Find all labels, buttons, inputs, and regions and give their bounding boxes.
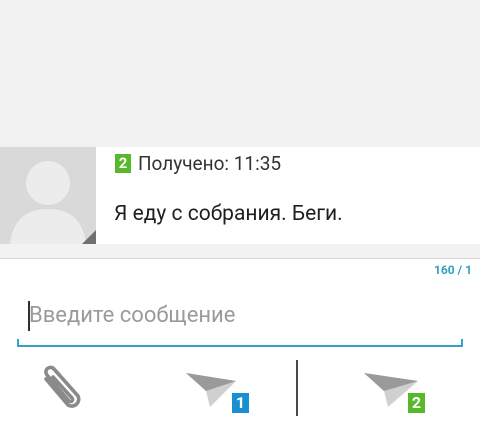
sim2-label: 2 <box>408 393 425 413</box>
attach-button[interactable] <box>38 365 86 417</box>
sim-badge: 2 <box>115 154 131 173</box>
message-input-placeholder: Введите сообщение <box>29 303 236 328</box>
sim1-label: 1 <box>232 393 249 413</box>
compose-panel: 160 / 1 Введите сообщение 1 2 <box>0 259 480 426</box>
message-input[interactable]: Введите сообщение <box>17 291 463 347</box>
send-sim2-button[interactable]: 2 <box>360 365 436 417</box>
conversation-area: 2 Получено: 11:35 Я еду с собрания. Беги… <box>0 0 480 262</box>
message-item[interactable]: 2 Получено: 11:35 Я еду с собрания. Беги… <box>0 147 480 244</box>
button-separator <box>296 360 298 416</box>
send-sim1-button[interactable]: 1 <box>180 365 254 417</box>
quick-contact-corner <box>82 230 96 244</box>
avatar[interactable] <box>0 147 96 244</box>
message-status: Получено: 11:35 <box>138 152 282 175</box>
char-counter: 160 / 1 <box>434 263 472 277</box>
input-underline <box>17 339 463 347</box>
paperclip-icon <box>44 365 81 408</box>
message-text: Я еду с собрания. Беги. <box>114 202 343 226</box>
